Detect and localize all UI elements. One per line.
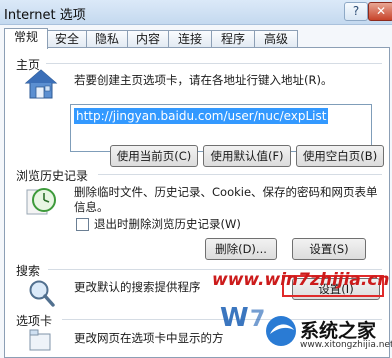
tab-general[interactable]: 常规 <box>4 28 48 49</box>
window-title: Internet 选项 <box>4 8 86 23</box>
history-section-label: 浏览历史记录 <box>16 169 89 183</box>
general-tab-panel <box>4 47 390 358</box>
use-current-button[interactable]: 使用当前页(C) <box>110 145 198 167</box>
use-blank-button[interactable]: 使用空白页(B) <box>296 145 384 167</box>
tab-privacy[interactable]: 隐私 <box>86 30 128 48</box>
home-separator <box>46 63 382 64</box>
title-bar: Internet 选项 ? ✕ <box>0 0 392 25</box>
tab-security[interactable]: 安全 <box>47 30 87 48</box>
delete-history-button[interactable]: 删除(D)... <box>205 238 277 260</box>
svg-text:W: W <box>220 303 249 333</box>
tabs-section-label: 选项卡 <box>16 314 53 328</box>
delete-on-exit-label[interactable]: 退出时删除浏览历史记录(W) <box>94 216 241 232</box>
search-description: 更改默认的搜索提供程序 <box>74 280 201 294</box>
magnifier-icon <box>29 280 55 307</box>
use-default-button[interactable]: 使用默认值(F) <box>203 145 291 167</box>
house-icon <box>24 69 58 99</box>
tabs-description: 更改网页在选项卡中显示的方 <box>74 331 224 345</box>
history-description-line1: 删除临时文件、历史记录、Cookie、保存的密码和网页表单 <box>74 185 378 199</box>
history-clock-icon <box>26 188 56 215</box>
tab-programs[interactable]: 程序 <box>211 30 255 48</box>
home-description: 若要创建主页选项卡，请在各地址行键入地址(R)。 <box>74 73 333 87</box>
tabs-icon <box>29 329 51 351</box>
watermark-logo-url: www.xitongzhijia.net <box>300 340 392 350</box>
search-section-label: 搜索 <box>16 264 41 278</box>
delete-on-exit-checkbox[interactable] <box>76 218 89 231</box>
watermark-site-text: www.win7zhijia.cn <box>212 270 390 290</box>
tab-advanced[interactable]: 高级 <box>254 30 298 48</box>
tab-connections[interactable]: 连接 <box>168 30 212 48</box>
watermark-logo-text: 系统之家 <box>300 320 377 342</box>
home-url-text: http://jingyan.baidu.com/user/nuc/expLis… <box>74 108 329 124</box>
history-separator <box>98 174 382 175</box>
tab-content[interactable]: 内容 <box>127 30 169 48</box>
history-description-line2: 信息。 <box>74 200 109 214</box>
system-home-logo-icon <box>266 316 296 346</box>
close-button[interactable]: ✕ <box>368 2 392 21</box>
history-settings-button[interactable]: 设置(S) <box>292 238 366 260</box>
help-button[interactable]: ? <box>344 2 368 21</box>
